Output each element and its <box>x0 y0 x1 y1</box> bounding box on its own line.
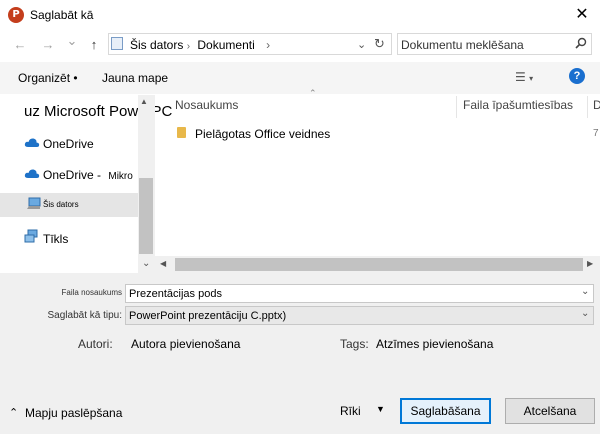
breadcrumb-documents[interactable]: Dokumenti <box>197 38 254 52</box>
close-button[interactable]: ✕ <box>570 4 594 26</box>
column-header-name[interactable]: Nosaukums <box>175 98 238 112</box>
scroll-right-icon[interactable]: ▶ <box>587 259 593 268</box>
computer-icon <box>111 37 123 50</box>
help-icon[interactable]: ? <box>569 68 585 84</box>
cloud-icon <box>24 138 40 147</box>
network-icon <box>24 229 38 243</box>
horizontal-scroll-thumb[interactable] <box>175 258 583 271</box>
breadcrumb-this-pc[interactable]: Šis dators <box>130 38 183 52</box>
cloud-icon <box>24 169 40 178</box>
breadcrumb-separator-icon: › <box>186 41 191 52</box>
sort-arrow-icon: ⌃ <box>309 88 317 98</box>
tags-input[interactable]: Atzīmes pievienošana <box>376 337 493 351</box>
tags-label: Tags: <box>340 337 369 351</box>
file-row-name[interactable]: Pielāgotas Office veidnes <box>195 127 330 141</box>
sidebar-item-label: OneDrive - <box>43 168 102 182</box>
scroll-up-icon[interactable]: ▲ <box>140 97 148 106</box>
column-header-ownership[interactable]: Faila īpašumtiesības <box>463 98 573 112</box>
back-icon[interactable]: ← <box>12 37 28 52</box>
tools-dropdown-icon[interactable]: ▼ <box>376 404 385 414</box>
chevron-down-icon[interactable]: ⌄ <box>581 308 589 319</box>
breadcrumb: Šis dators › Dokumenti › <box>130 38 270 52</box>
up-icon[interactable]: ↑ <box>86 37 102 52</box>
hide-folders-button[interactable]: Mapju paslēpšana <box>25 406 122 420</box>
sidebar-item-label: Šis dators <box>43 200 79 209</box>
search-icon[interactable] <box>575 37 587 49</box>
authors-input[interactable]: Autora pievienošana <box>131 337 240 351</box>
filename-label: Faila nosaukums <box>61 288 122 297</box>
search-placeholder: Dokumentu meklēšana <box>401 38 524 52</box>
column-header-date[interactable]: D <box>593 98 600 112</box>
filename-value: Prezentācijas pods <box>129 288 222 300</box>
address-dropdown-icon[interactable]: ⌄ <box>357 38 366 51</box>
authors-label: Autori: <box>78 337 113 351</box>
forward-icon[interactable]: → <box>40 37 56 52</box>
sidebar-item-network[interactable]: Tīkls <box>43 232 138 256</box>
sidebar-scroll-thumb[interactable] <box>139 178 153 254</box>
chevron-down-icon[interactable]: ⌄ <box>581 286 589 297</box>
folder-icon <box>177 127 186 138</box>
organize-button[interactable]: Organizēt • <box>18 71 78 85</box>
column-divider[interactable] <box>587 96 588 118</box>
file-row-date: 7 <box>593 128 599 139</box>
new-folder-button[interactable]: Jauna mape <box>102 71 168 85</box>
view-options-icon[interactable]: ☰ ▾ <box>515 70 533 84</box>
scroll-down-icon[interactable]: ⌄ <box>142 258 150 269</box>
tools-button[interactable]: Rīki <box>340 404 361 418</box>
column-divider[interactable] <box>456 96 457 118</box>
scroll-left-icon[interactable]: ◀ <box>160 259 166 268</box>
chevron-up-icon[interactable]: ⌃ <box>9 406 18 419</box>
sidebar-item-onedrive[interactable]: OneDrive <box>43 137 138 161</box>
file-type-label: Saglabāt kā tipu: <box>47 310 123 321</box>
computer-icon <box>27 197 41 209</box>
refresh-icon[interactable]: ↻ <box>374 36 385 52</box>
command-bar <box>0 62 600 94</box>
sidebar-item-onedrive-org[interactable]: OneDrive - Mikro <box>43 168 138 192</box>
save-button[interactable]: Saglabāšana <box>400 398 491 424</box>
file-type-value: PowerPoint prezentāciju C.pptx) <box>129 310 287 322</box>
cancel-button[interactable]: Atcelšana <box>505 398 595 424</box>
powerpoint-icon: P <box>8 7 24 23</box>
recent-dropdown-icon[interactable]: ⌄ <box>64 33 80 49</box>
chevron-right-icon[interactable]: › <box>266 38 270 52</box>
sidebar-item-suffix: Mikro <box>108 171 133 182</box>
window-title: Saglabāt kā <box>30 8 94 22</box>
